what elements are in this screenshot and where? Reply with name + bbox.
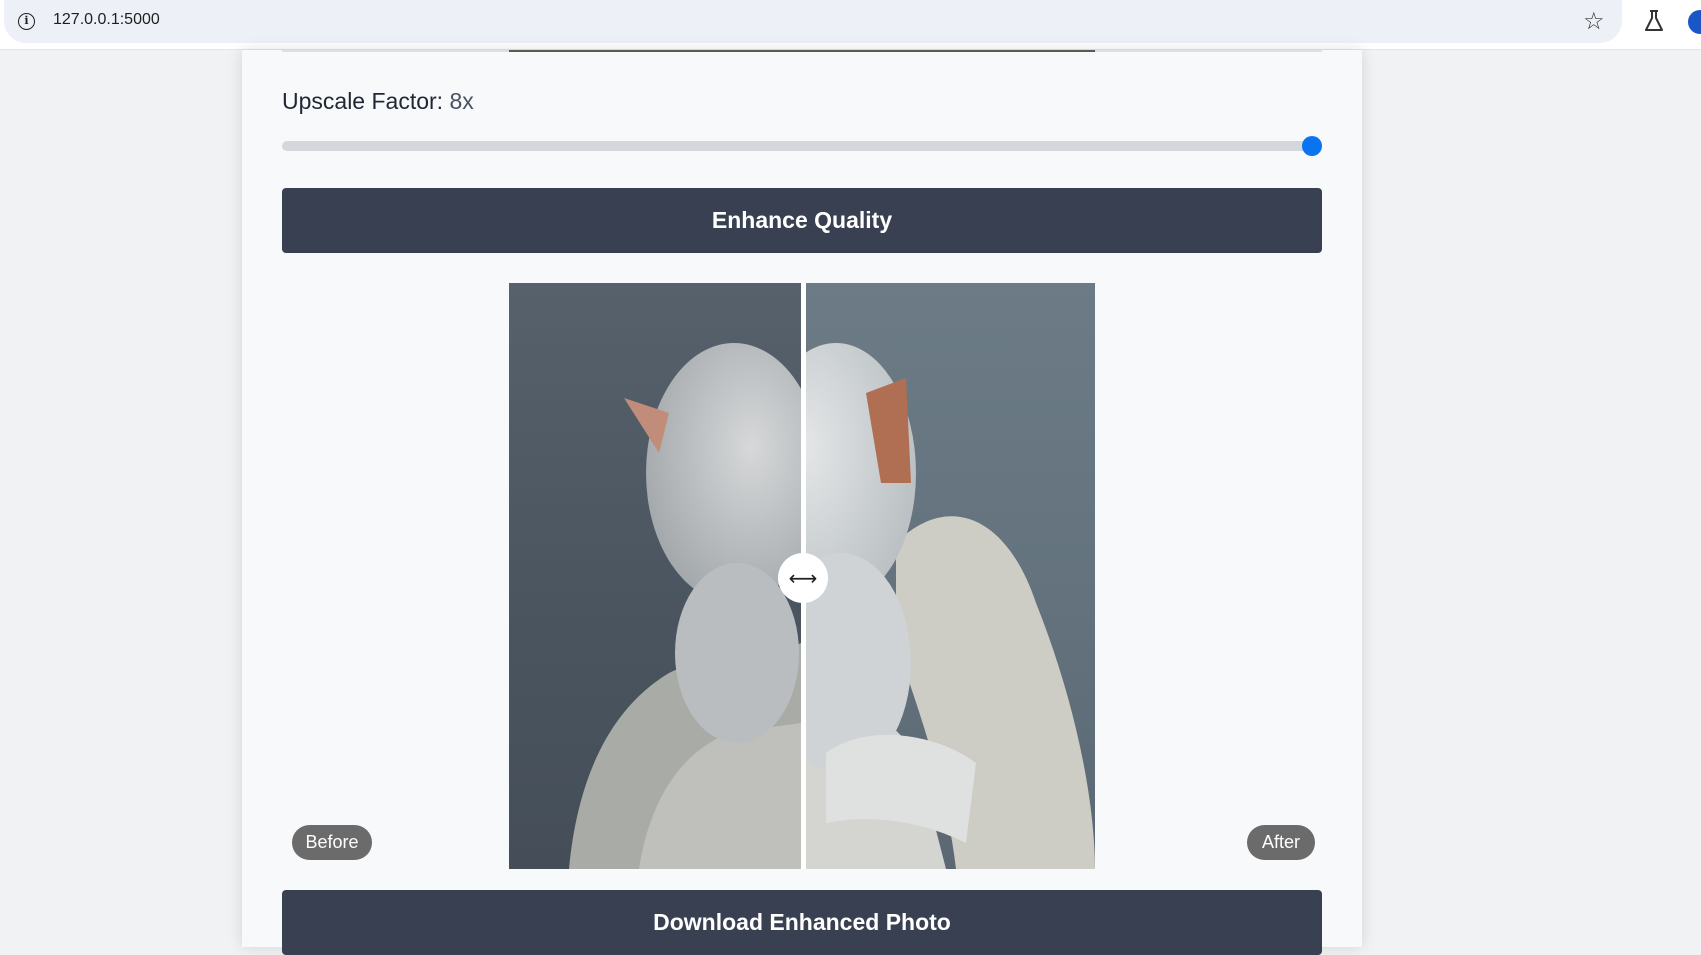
after-figure (756, 343, 1095, 869)
before-figure (569, 343, 822, 869)
before-image (509, 283, 822, 869)
profile-icon[interactable] (1688, 10, 1701, 34)
upscale-factor-value: 8x (449, 88, 474, 114)
upscale-factor-slider[interactable] (282, 136, 1322, 156)
lab-icon[interactable] (1644, 10, 1664, 32)
before-after-comparison[interactable]: ⟷ (509, 283, 1095, 869)
address-bar[interactable]: i 127.0.0.1:5000 ☆ (4, 0, 1622, 43)
before-badge: Before (292, 825, 372, 860)
browser-toolbar: i 127.0.0.1:5000 ☆ (0, 0, 1701, 50)
info-icon[interactable]: i (18, 13, 35, 30)
comparison-handle[interactable]: ⟷ (778, 553, 828, 603)
upscale-factor-title: Upscale Factor: (282, 88, 444, 114)
url-text[interactable]: 127.0.0.1:5000 (53, 11, 160, 29)
star-icon[interactable]: ☆ (1583, 8, 1605, 34)
double-arrow-icon: ⟷ (788, 566, 818, 590)
after-image (756, 283, 1095, 869)
main-card: Upscale Factor: 8x Enhance Quality ⟷ Bef… (242, 50, 1362, 955)
upscale-factor-label: Upscale Factor: 8x (282, 88, 474, 115)
enhance-quality-button[interactable]: Enhance Quality (282, 188, 1322, 253)
download-enhanced-photo-button[interactable]: Download Enhanced Photo (282, 890, 1322, 955)
after-badge: After (1247, 825, 1315, 860)
slider-thumb[interactable] (1302, 136, 1322, 156)
previous-image-edge (509, 50, 1095, 52)
